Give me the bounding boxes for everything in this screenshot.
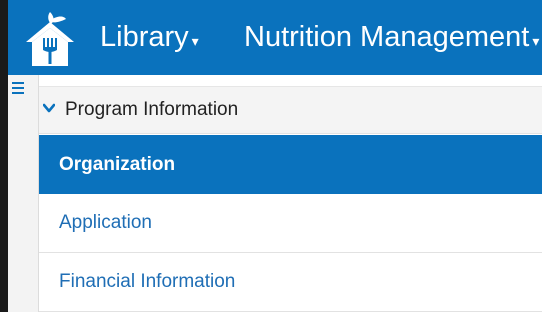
program-information-header[interactable]: Program Information [39, 86, 542, 134]
caret-down-icon: ▾ [191, 33, 199, 49]
nutrition-management-menu-label: Nutrition Management [244, 21, 530, 53]
menu-item-financial-information[interactable]: Financial Information [39, 253, 542, 312]
house-fork-leaf-icon[interactable] [24, 10, 76, 66]
library-menu[interactable]: Library ▾ [100, 0, 199, 75]
menu-item-label: Application [59, 212, 152, 233]
library-menu-label: Library [100, 21, 189, 53]
menu-item-label: Organization [59, 153, 176, 175]
menu-item-label: Financial Information [59, 271, 236, 292]
menu-item-application[interactable]: Application [39, 194, 542, 253]
sidebar-rail [8, 75, 38, 312]
section-title: Program Information [65, 99, 239, 120]
menu-item-organization[interactable]: Organization [39, 135, 542, 194]
hamburger-icon[interactable] [12, 82, 24, 94]
chevron-down-icon [43, 103, 55, 113]
caret-down-icon: ▾ [532, 33, 540, 49]
window-edge [0, 0, 8, 312]
top-navigation-bar: Library ▾ Nutrition Management ▾ [8, 0, 542, 75]
nutrition-management-menu[interactable]: Nutrition Management ▾ [244, 0, 539, 75]
program-information-panel: Program Information Organization Applica… [38, 75, 542, 312]
